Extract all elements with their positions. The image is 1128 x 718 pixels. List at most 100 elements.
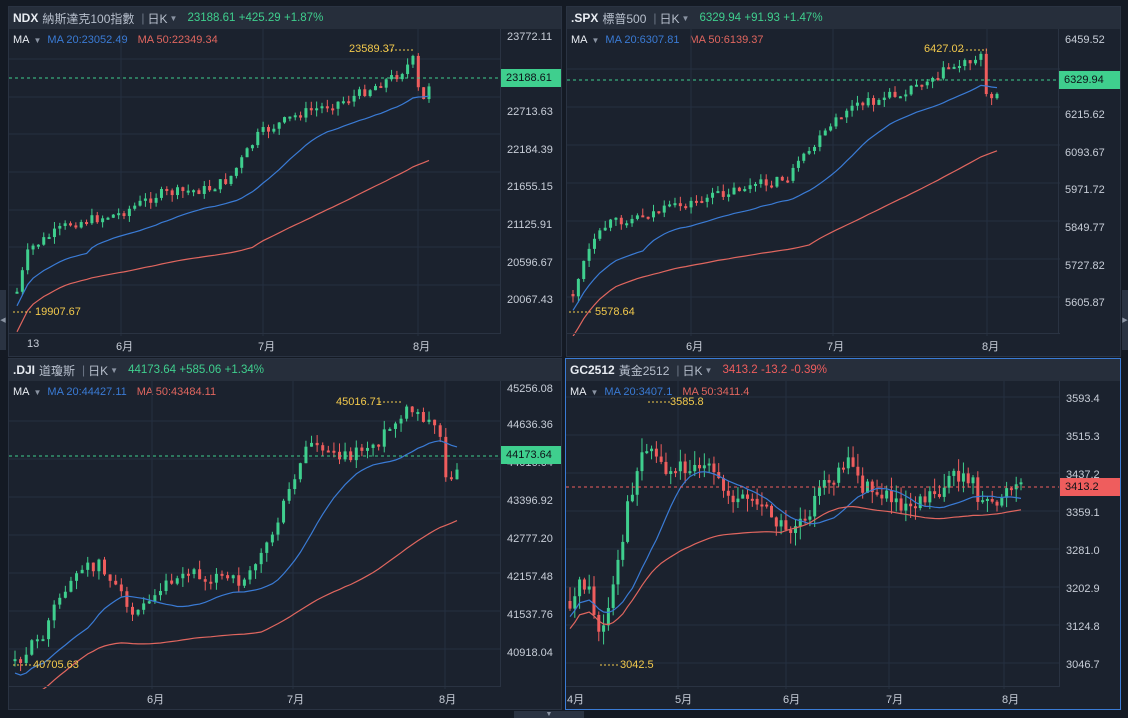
candle bbox=[416, 408, 420, 421]
candle bbox=[791, 164, 795, 184]
candle bbox=[310, 435, 314, 447]
bottom-edge-tab[interactable]: ▼ bbox=[514, 711, 584, 718]
price-tick: 3281.0 bbox=[1066, 545, 1100, 557]
price-tick: 3124.8 bbox=[1066, 621, 1100, 633]
candle bbox=[582, 577, 586, 594]
candle bbox=[597, 611, 601, 642]
candle-body bbox=[784, 520, 788, 530]
symbol-code[interactable]: .SPX bbox=[571, 11, 598, 25]
candle bbox=[616, 549, 620, 595]
candle bbox=[254, 563, 258, 579]
symbol-code[interactable]: NDX bbox=[13, 11, 38, 25]
candle-body bbox=[845, 110, 849, 118]
period-selector[interactable]: 日K bbox=[88, 362, 108, 379]
panel-header[interactable]: NDX 納斯達克100指數 | 日K ▼ 23188.61 +425.29 +1… bbox=[9, 7, 561, 29]
chart-panel-spx[interactable]: .SPX 標普500 | 日K ▼ 6329.94 +91.93 +1.47% … bbox=[566, 6, 1121, 357]
candle bbox=[149, 192, 153, 209]
candle-body bbox=[406, 64, 410, 75]
chart-panel-gc[interactable]: GC2512 黃金2512 | 日K ▼ 3413.2 -13.2 -0.39%… bbox=[565, 358, 1121, 710]
candle-body bbox=[405, 406, 409, 419]
candle bbox=[320, 102, 324, 114]
candle bbox=[36, 244, 40, 250]
candle-body bbox=[711, 192, 715, 198]
candle bbox=[920, 84, 924, 91]
chevron-down-icon[interactable]: ▼ bbox=[705, 366, 713, 375]
candle-body bbox=[250, 145, 254, 149]
candle-body bbox=[827, 480, 831, 483]
candle bbox=[158, 583, 162, 601]
price-axis[interactable]: 23772.11 22713.63 22184.39 21655.15 2112… bbox=[500, 29, 561, 334]
candlestick-chart[interactable] bbox=[9, 29, 501, 336]
candle bbox=[827, 474, 831, 494]
candlestick-chart[interactable] bbox=[566, 381, 1060, 689]
candle-body bbox=[780, 176, 784, 181]
candle-body bbox=[712, 463, 716, 473]
candle bbox=[336, 101, 340, 116]
candle bbox=[125, 586, 129, 613]
time-axis[interactable]: 13 6月 7月 8月 bbox=[9, 333, 501, 356]
candle-body bbox=[737, 187, 741, 192]
candle bbox=[127, 205, 131, 222]
candle bbox=[119, 578, 123, 597]
candle-body bbox=[58, 225, 62, 229]
candle bbox=[602, 614, 606, 645]
time-axis[interactable]: 6月 7月 8月 bbox=[567, 333, 1060, 356]
candle-body bbox=[287, 489, 291, 501]
candle bbox=[755, 488, 759, 510]
candle-body bbox=[888, 91, 892, 98]
candle bbox=[779, 513, 783, 535]
symbol-code[interactable]: .DJI bbox=[13, 363, 35, 377]
candle-body bbox=[688, 471, 692, 474]
candlestick-chart[interactable] bbox=[9, 381, 501, 689]
chevron-down-icon[interactable]: ▼ bbox=[110, 366, 118, 375]
candle bbox=[979, 51, 983, 67]
chevron-down-icon[interactable]: ▼ bbox=[170, 14, 178, 23]
symbol-name: 黃金2512 bbox=[618, 363, 670, 378]
price-axis[interactable]: 45256.08 44636.36 44016.64 43396.92 4277… bbox=[500, 381, 561, 687]
candle bbox=[393, 421, 397, 438]
chart-panel-ndx[interactable]: NDX 納斯達克100指數 | 日K ▼ 23188.61 +425.29 +1… bbox=[8, 6, 562, 357]
price-change-percent: +1.87% bbox=[283, 12, 324, 24]
candle bbox=[850, 100, 854, 117]
candle bbox=[995, 500, 999, 512]
candle bbox=[750, 493, 754, 507]
candle bbox=[775, 176, 779, 188]
symbol-code[interactable]: GC2512 bbox=[570, 363, 615, 377]
candle bbox=[976, 471, 980, 511]
ma50-line bbox=[572, 150, 998, 336]
panel-header[interactable]: .SPX 標普500 | 日K ▼ 6329.94 +91.93 +1.47% bbox=[567, 7, 1120, 29]
candle-body bbox=[26, 249, 30, 271]
panel-header[interactable]: .DJI 道瓊斯 | 日K ▼ 44173.64 +585.06 +1.34% bbox=[9, 359, 561, 381]
candle-body bbox=[941, 67, 945, 79]
left-edge-tab[interactable]: ◀ bbox=[0, 290, 6, 350]
period-selector[interactable]: 日K bbox=[148, 10, 168, 27]
panel-header[interactable]: GC2512 黃金2512 | 日K ▼ 3413.2 -13.2 -0.39% bbox=[566, 359, 1120, 381]
candle bbox=[664, 452, 668, 476]
candle-body bbox=[705, 197, 709, 202]
chart-panel-dji[interactable]: .DJI 道瓊斯 | 日K ▼ 44173.64 +585.06 +1.34% … bbox=[8, 358, 562, 710]
candle bbox=[52, 222, 56, 244]
price-axis[interactable]: 3593.4 3515.3 3437.2 3359.1 3281.0 3202.… bbox=[1059, 381, 1120, 687]
time-axis[interactable]: 6月 7月 8月 bbox=[9, 686, 501, 709]
candle bbox=[707, 458, 711, 474]
chevron-down-icon[interactable]: ▼ bbox=[682, 14, 690, 23]
right-edge-tab[interactable]: ▶ bbox=[1122, 290, 1128, 350]
candle-body bbox=[731, 495, 735, 503]
price-tick: 22713.63 bbox=[507, 106, 553, 118]
period-selector[interactable]: 日K bbox=[660, 10, 680, 27]
candle bbox=[882, 91, 886, 107]
candlestick-chart[interactable] bbox=[567, 29, 1060, 336]
candle-body bbox=[834, 117, 838, 127]
candle-body bbox=[384, 79, 388, 88]
price-axis[interactable]: 6459.52 6215.62 6093.67 5971.72 5849.77 … bbox=[1058, 29, 1120, 334]
period-selector[interactable]: 日K bbox=[683, 362, 703, 379]
time-tick: 8月 bbox=[982, 341, 1000, 353]
candle bbox=[885, 485, 889, 502]
candle bbox=[86, 556, 90, 577]
time-axis[interactable]: 4月 5月 6月 7月 8月 bbox=[566, 686, 1060, 709]
candle-body bbox=[611, 584, 615, 608]
candle bbox=[952, 468, 956, 487]
candle bbox=[192, 567, 196, 579]
candle-body bbox=[149, 198, 153, 203]
candle bbox=[421, 407, 425, 423]
